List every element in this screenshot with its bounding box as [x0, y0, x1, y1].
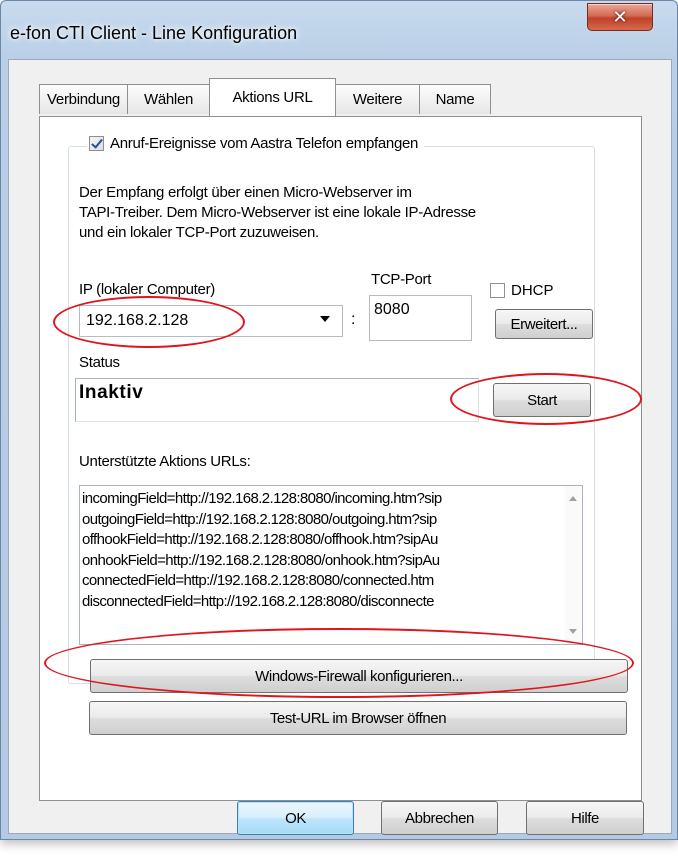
dhcp-label: DHCP: [511, 282, 554, 299]
description-line: und ein lokaler TCP-Port zuzuweisen.: [79, 224, 319, 241]
tab-panel-aktions-url: Anruf-Ereignisse vom Aastra Telefon empf…: [39, 116, 642, 801]
dhcp-checkbox[interactable]: [490, 283, 505, 298]
group-legend: Anruf-Ereignisse vom Aastra Telefon empf…: [87, 135, 425, 152]
urls-label: Unterstützte Aktions URLs:: [79, 453, 251, 470]
list-item[interactable]: disconnectedField=http://192.168.2.128:8…: [82, 592, 562, 613]
start-button[interactable]: Start: [493, 383, 591, 417]
cancel-button[interactable]: Abbrechen: [381, 801, 498, 835]
dialog-window: e-fon CTI Client - Line Konfiguration ✕ …: [0, 0, 678, 840]
status-field: Inaktiv: [75, 378, 479, 422]
description-text: Der Empfang erfolgt über einen Micro-Web…: [79, 183, 589, 243]
ip-port-separator: :: [351, 311, 356, 328]
test-url-button[interactable]: Test-URL im Browser öffnen: [89, 701, 627, 735]
port-label: TCP-Port: [371, 271, 432, 288]
dropdown-arrow-icon[interactable]: [320, 316, 330, 322]
status-value: Inaktiv: [79, 382, 144, 403]
advanced-button[interactable]: Erweitert...: [495, 309, 593, 339]
vertical-scrollbar[interactable]: [565, 486, 582, 644]
tcp-port-input[interactable]: 8080: [369, 295, 472, 341]
action-urls-list[interactable]: incomingField=http://192.168.2.128:8080/…: [79, 485, 583, 645]
list-item[interactable]: incomingField=http://192.168.2.128:8080/…: [82, 489, 562, 510]
firewall-configure-button[interactable]: Windows-Firewall konfigurieren...: [90, 659, 628, 693]
tcp-port-value: 8080: [374, 301, 410, 318]
tab-weitere[interactable]: Weitere: [335, 84, 420, 114]
list-item[interactable]: onhookField=http://192.168.2.128:8080/on…: [82, 551, 562, 572]
description-line: TAPI-Treiber. Dem Micro-Webserver ist ei…: [79, 204, 476, 221]
description-line: Der Empfang erfolgt über einen Micro-Web…: [79, 184, 412, 201]
urls-lines: incomingField=http://192.168.2.128:8080/…: [82, 489, 562, 612]
list-item[interactable]: outgoingField=http://192.168.2.128:8080/…: [82, 510, 562, 531]
ip-address-value: 192.168.2.128: [86, 312, 189, 329]
list-item[interactable]: connectedField=http://192.168.2.128:8080…: [82, 571, 562, 592]
ok-button[interactable]: OK: [237, 801, 354, 835]
help-button[interactable]: Hilfe: [526, 801, 644, 835]
close-button[interactable]: ✕: [587, 3, 653, 31]
list-item[interactable]: offhookField=http://192.168.2.128:8080/o…: [82, 530, 562, 551]
close-icon: ✕: [612, 6, 628, 27]
dialog-client-area: Verbindung Wählen Aktions URL Weitere Na…: [8, 59, 672, 835]
receive-events-checkbox[interactable]: [89, 136, 104, 151]
dhcp-option[interactable]: DHCP: [490, 282, 554, 299]
scroll-up-icon[interactable]: [569, 496, 577, 501]
status-label: Status: [79, 354, 120, 371]
tab-name[interactable]: Name: [419, 84, 491, 114]
title-bar[interactable]: e-fon CTI Client - Line Konfiguration ✕: [1, 1, 677, 59]
tab-waehlen[interactable]: Wählen: [127, 84, 210, 114]
tab-verbindung[interactable]: Verbindung: [39, 84, 128, 114]
receive-events-label: Anruf-Ereignisse vom Aastra Telefon empf…: [110, 135, 419, 152]
tab-aktions-url[interactable]: Aktions URL: [209, 78, 336, 116]
ip-label: IP (lokaler Computer): [79, 281, 215, 298]
scroll-down-icon[interactable]: [569, 629, 577, 634]
action-url-groupbox: Anruf-Ereignisse vom Aastra Telefon empf…: [68, 135, 628, 693]
ip-address-combobox[interactable]: 192.168.2.128: [79, 305, 343, 337]
window-title: e-fon CTI Client - Line Konfiguration: [10, 23, 298, 43]
